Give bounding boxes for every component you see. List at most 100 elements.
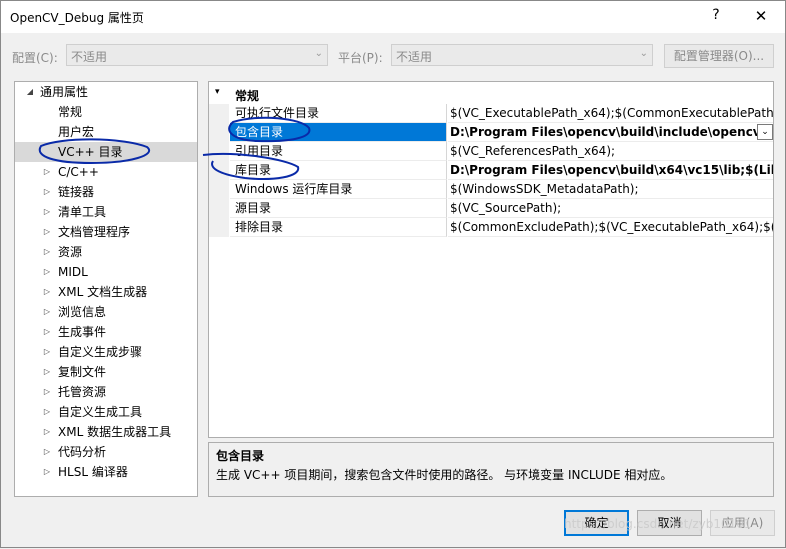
collapse-icon[interactable]: ▾ [215, 87, 220, 97]
tree-item[interactable]: 用户宏 [15, 122, 197, 142]
tree-item[interactable]: ▷ 浏览信息 [15, 302, 197, 322]
tree-item-label: HLSL 编译器 [58, 465, 128, 479]
config-select-value: 不适用 [71, 50, 108, 64]
tree-item-label: 清单工具 [58, 205, 107, 219]
expand-icon[interactable]: ▷ [42, 462, 52, 482]
tree-item[interactable]: ▷ HLSL 编译器 [15, 462, 197, 482]
row-gutter [209, 218, 229, 237]
description-text: 生成 VC++ 项目期间，搜索包含文件时使用的路径。 与环境变量 INCLUDE… [216, 468, 673, 482]
grid-row[interactable]: 可执行文件目录 $(VC_ExecutablePath_x64);$(Common… [209, 104, 773, 123]
tree-item[interactable]: 常规 [15, 102, 197, 122]
grid-row-name[interactable]: 包含目录 [230, 123, 447, 142]
tree-item-label: 文档管理程序 [58, 225, 131, 239]
expand-icon[interactable]: ▷ [42, 282, 52, 302]
expand-icon[interactable]: ▷ [42, 362, 52, 382]
tree-item-label: XML 数据生成器工具 [58, 425, 172, 439]
chevron-down-icon: ⌄ [314, 48, 323, 59]
tree-item[interactable]: ▷ 资源 [15, 242, 197, 262]
tree-item[interactable]: ▷ 文档管理程序 [15, 222, 197, 242]
platform-label: 平台(P): [338, 51, 383, 65]
grid-row-value[interactable]: $(CommonExcludePath);$(VC_ExecutablePath… [448, 218, 773, 237]
grid-row-value[interactable]: $(VC_SourcePath); [448, 199, 773, 218]
grid-row-name[interactable]: 源目录 [230, 199, 447, 218]
tree-item-label: 常规 [58, 105, 83, 119]
tree-item[interactable]: ▷ MIDL [15, 262, 197, 282]
tree-item[interactable]: ▷ 自定义生成工具 [15, 402, 197, 422]
grid-row-name[interactable]: 引用目录 [230, 142, 447, 161]
grid-row[interactable]: 引用目录 $(VC_ReferencesPath_x64); [209, 142, 773, 161]
tree-item-label: 自定义生成工具 [58, 405, 143, 419]
expand-icon[interactable]: ▷ [42, 302, 52, 322]
help-icon[interactable]: ? [704, 7, 728, 27]
collapse-icon[interactable]: ◢ [25, 82, 35, 102]
tree-item[interactable]: ▷ XML 数据生成器工具 [15, 422, 197, 442]
tree-item[interactable]: VC++ 目录 [15, 142, 197, 162]
expand-icon[interactable]: ▷ [42, 202, 52, 222]
expand-icon[interactable]: ▷ [42, 182, 52, 202]
grid-row[interactable]: 源目录 $(VC_SourcePath); [209, 199, 773, 218]
row-gutter [209, 180, 229, 199]
expand-icon[interactable]: ▷ [42, 242, 52, 262]
grid-row-value[interactable]: $(WindowsSDK_MetadataPath); [448, 180, 773, 199]
row-gutter [209, 161, 229, 180]
tree-item[interactable]: ▷ 生成事件 [15, 322, 197, 342]
tree-item-label: C/C++ [58, 165, 99, 179]
grid-category-label: 常规 [235, 89, 260, 103]
tree-item[interactable]: ▷ 复制文件 [15, 362, 197, 382]
config-manager-button[interactable]: 配置管理器(O)... [664, 44, 774, 68]
chevron-down-icon: ⌄ [639, 48, 648, 59]
grid-row[interactable]: 排除目录 $(CommonExcludePath);$(VC_Executable… [209, 218, 773, 237]
expand-icon[interactable]: ▷ [42, 442, 52, 462]
grid-row-name[interactable]: Windows 运行库目录 [230, 180, 447, 199]
description-title: 包含目录 [216, 449, 265, 463]
platform-select-value: 不适用 [396, 50, 433, 64]
close-icon[interactable]: ✕ [749, 7, 773, 27]
title-bar: OpenCV_Debug 属性页 ? ✕ [1, 1, 785, 33]
expand-icon[interactable]: ▷ [42, 262, 52, 282]
tree-item-label: 用户宏 [58, 125, 95, 139]
row-gutter [209, 104, 229, 123]
tree-item-label: 自定义生成步骤 [58, 345, 143, 359]
grid-row-name[interactable]: 库目录 [230, 161, 447, 180]
tree-item-label: 资源 [58, 245, 83, 259]
tree-item[interactable]: ▷ 清单工具 [15, 202, 197, 222]
tree-item-label: 通用属性 [40, 85, 89, 99]
config-select[interactable]: 不适用 ⌄ [66, 44, 328, 66]
tree-item[interactable]: ▷ C/C++ [15, 162, 197, 182]
grid-row[interactable]: 库目录 D:\Program Files\opencv\build\x64\vc1… [209, 161, 773, 180]
tree-item[interactable]: ▷ 代码分析 [15, 442, 197, 462]
window-title: OpenCV_Debug 属性页 [10, 11, 144, 25]
grid-row-name[interactable]: 排除目录 [230, 218, 447, 237]
tree-item[interactable]: ◢ 通用属性 [15, 82, 197, 102]
expand-icon[interactable]: ▷ [42, 342, 52, 362]
row-gutter [209, 123, 229, 142]
expand-icon[interactable]: ▷ [42, 222, 52, 242]
grid-row-name[interactable]: 可执行文件目录 [230, 104, 447, 123]
description-panel: 包含目录 生成 VC++ 项目期间，搜索包含文件时使用的路径。 与环境变量 IN… [208, 442, 774, 497]
grid-row-value[interactable]: $(VC_ReferencesPath_x64); [448, 142, 773, 161]
expand-icon[interactable]: ▷ [42, 162, 52, 182]
dropdown-icon[interactable]: ⌄ [757, 124, 773, 140]
expand-icon[interactable]: ▷ [42, 402, 52, 422]
grid-category[interactable]: ▾ 常规 [209, 85, 773, 104]
expand-icon[interactable]: ▷ [42, 422, 52, 442]
tree-item[interactable]: ▷ 自定义生成步骤 [15, 342, 197, 362]
expand-icon[interactable]: ▷ [42, 322, 52, 342]
config-label: 配置(C): [12, 51, 58, 65]
tree-item-label: 托管资源 [58, 385, 107, 399]
tree-item-label: 链接器 [58, 185, 95, 199]
grid-row-value[interactable]: $(VC_ExecutablePath_x64);$(CommonExecuta… [448, 104, 773, 123]
tree-item-label: 复制文件 [58, 365, 107, 379]
property-tree[interactable]: ◢ 通用属性 常规 用户宏 VC++ 目录 ▷ C/C++ ▷ 链接器 ▷ 清单工具 ▷ 文档管理程序 ▷… [14, 81, 198, 497]
property-grid[interactable]: ▾ 常规 可执行文件目录 $(VC_ExecutablePath_x64);$(C… [208, 81, 774, 438]
grid-row-value[interactable]: D:\Program Files\opencv\build\x64\vc15\l… [448, 161, 773, 180]
grid-row-value[interactable]: D:\Program Files\opencv\build\include\op… [448, 123, 773, 142]
tree-item[interactable]: ▷ XML 文档生成器 [15, 282, 197, 302]
expand-icon[interactable]: ▷ [42, 382, 52, 402]
grid-row[interactable]: Windows 运行库目录 $(WindowsSDK_MetadataPath); [209, 180, 773, 199]
platform-select[interactable]: 不适用 ⌄ [391, 44, 653, 66]
tree-item[interactable]: ▷ 托管资源 [15, 382, 197, 402]
grid-row[interactable]: 包含目录 D:\Program Files\opencv\build\includ… [209, 123, 773, 142]
tree-item[interactable]: ▷ 链接器 [15, 182, 197, 202]
tree-item-label: 生成事件 [58, 325, 107, 339]
